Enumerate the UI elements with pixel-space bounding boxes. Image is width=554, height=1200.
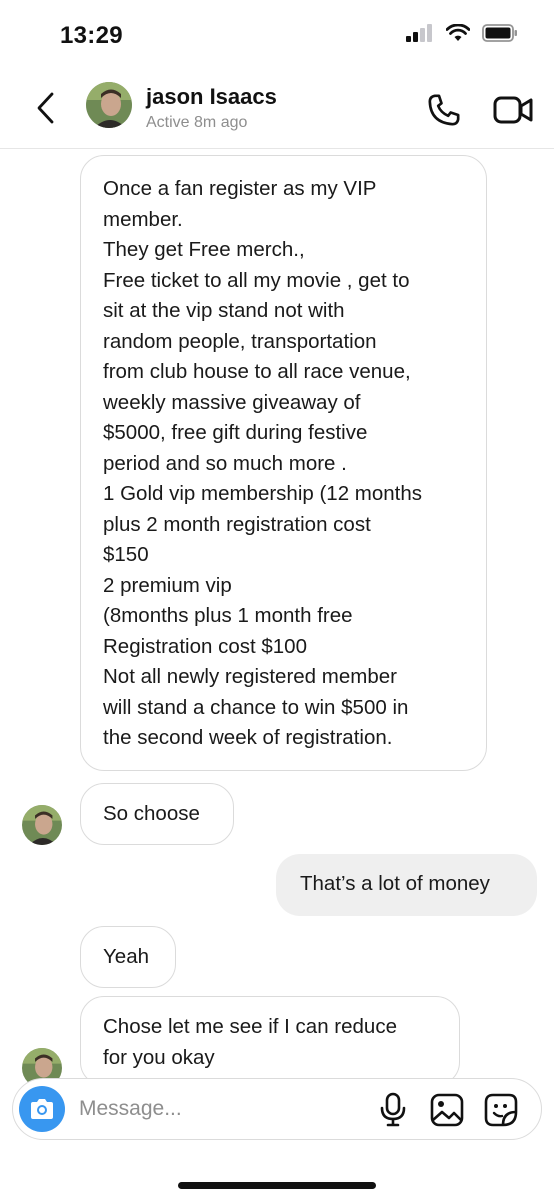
incoming-message-bubble[interactable]: Chose let me see if I can reduce for you… <box>80 996 460 1086</box>
microphone-icon <box>380 1092 406 1127</box>
message-line: Not all newly registered member <box>103 665 397 688</box>
contact-name[interactable]: jason Isaacs <box>146 84 277 110</box>
message-line: the second week of registration. <box>103 726 393 749</box>
message-line: random people, transportation <box>103 329 377 353</box>
cellular-signal-icon <box>406 24 432 42</box>
sender-avatar[interactable] <box>22 805 62 845</box>
status-icons <box>406 24 518 42</box>
contact-active-status: Active 8m ago <box>146 114 248 131</box>
camera-icon <box>31 1099 53 1119</box>
message-text: So choose <box>103 802 200 825</box>
message-line: Registration cost $100 <box>103 634 307 658</box>
camera-button[interactable] <box>19 1086 65 1132</box>
message-composer[interactable]: Message... <box>12 1078 542 1140</box>
status-time: 13:29 <box>60 22 123 49</box>
phone-icon <box>428 94 460 126</box>
message-text: Yeah <box>103 945 149 968</box>
gallery-button[interactable] <box>429 1092 465 1133</box>
message-line: (8months plus 1 month free <box>103 604 353 627</box>
battery-icon <box>482 24 517 42</box>
message-line: from club house to all race venue, <box>103 360 411 383</box>
incoming-message-bubble[interactable]: So choose <box>80 783 234 845</box>
message-line: $150 <box>103 543 149 566</box>
back-button[interactable] <box>28 88 64 128</box>
sticker-icon <box>484 1093 518 1127</box>
incoming-message-bubble[interactable]: Once a fan register as my VIP member. Th… <box>80 155 487 771</box>
video-camera-icon <box>493 96 533 124</box>
message-input[interactable]: Message... <box>79 1097 182 1121</box>
message-line: Chose let me see if I can reduce <box>103 1015 397 1038</box>
message-line: They get Free merch., <box>103 238 305 261</box>
wifi-icon <box>446 24 470 41</box>
chat-header: jason Isaacs Active 8m ago <box>0 72 554 149</box>
message-line: Free ticket to all my movie , get to <box>103 268 410 292</box>
message-line: for you okay <box>103 1045 215 1069</box>
home-indicator <box>178 1182 376 1189</box>
audio-call-button[interactable] <box>424 90 464 130</box>
message-line: will stand a chance to win $500 in <box>103 695 409 719</box>
contact-avatar[interactable] <box>86 82 132 128</box>
message-line: $5000, free gift during festive <box>103 421 368 444</box>
status-bar: 13:29 <box>0 0 554 72</box>
video-call-button[interactable] <box>492 90 536 130</box>
message-line: 1 Gold vip membership (12 months <box>103 482 423 505</box>
message-line: Once a fan register as my VIP <box>103 177 377 200</box>
incoming-message-bubble[interactable]: Yeah <box>80 926 176 988</box>
message-text: That’s a lot of money <box>300 872 490 895</box>
sticker-button[interactable] <box>483 1092 519 1133</box>
message-line: period and so much more . <box>103 451 347 475</box>
message-line: plus 2 month registration cost <box>103 512 371 536</box>
message-line: member. <box>103 207 183 231</box>
outgoing-message-bubble[interactable]: That’s a lot of money <box>276 854 537 916</box>
message-line: weekly massive giveaway of <box>103 390 361 414</box>
message-line: sit at the vip stand not with <box>103 299 345 322</box>
chevron-left-icon <box>37 92 54 124</box>
voice-message-button[interactable] <box>377 1092 409 1133</box>
message-line: 2 premium vip <box>103 573 232 597</box>
image-icon <box>430 1093 464 1127</box>
